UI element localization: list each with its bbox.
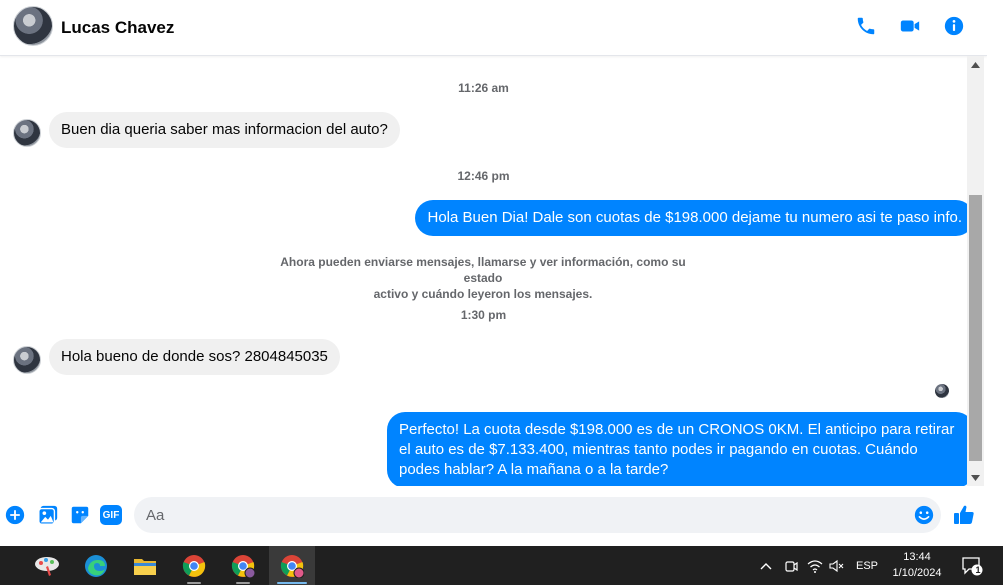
message-input[interactable]	[134, 497, 941, 533]
photo-icon[interactable]	[36, 503, 60, 527]
like-icon[interactable]	[952, 503, 976, 527]
contact-avatar-small[interactable]	[13, 119, 41, 147]
paint-app-icon[interactable]	[24, 546, 70, 585]
window-edge	[987, 0, 1003, 546]
info-icon[interactable]	[942, 14, 966, 38]
notice-line: Ahora pueden enviarse mensajes, llamarse…	[280, 255, 686, 285]
chrome-icon[interactable]	[171, 546, 217, 585]
notice-line: activo y cuándo leyeron los mensajes.	[373, 287, 593, 301]
chrome-profile-icon[interactable]	[220, 546, 266, 585]
emoji-icon[interactable]	[912, 503, 936, 527]
scrollbar-thumb[interactable]	[969, 195, 982, 461]
outgoing-message[interactable]: Perfecto! La cuota desde $198.000 es de …	[387, 412, 974, 488]
notification-count-badge: 1	[975, 565, 981, 575]
scrollbar[interactable]	[967, 56, 984, 486]
timestamp: 11:26 am	[458, 81, 509, 95]
language-indicator[interactable]: ESP	[852, 546, 882, 585]
clock-date: 1/10/2024	[892, 567, 942, 579]
volume-muted-icon[interactable]	[827, 546, 847, 585]
incoming-message[interactable]: Hola bueno de donde sos? 2804845035	[49, 339, 340, 375]
timestamp: 1:30 pm	[460, 308, 507, 322]
phone-icon[interactable]	[854, 14, 878, 38]
message-composer: GIF	[0, 486, 987, 546]
contact-avatar-small[interactable]	[13, 346, 41, 374]
scroll-down-arrow-icon[interactable]	[967, 469, 984, 486]
notification-center-icon[interactable]: 1	[958, 546, 986, 585]
clock-time: 13:44	[903, 551, 931, 563]
running-indicator	[236, 582, 250, 584]
gif-icon[interactable]: GIF	[99, 503, 123, 527]
add-icon[interactable]	[3, 503, 27, 527]
video-camera-icon[interactable]	[898, 14, 922, 38]
meet-now-icon[interactable]	[781, 546, 801, 585]
contact-name[interactable]: Lucas Chavez	[61, 18, 174, 38]
timestamp: 12:46 pm	[457, 169, 510, 183]
active-indicator	[277, 582, 307, 584]
connection-notice: Ahora pueden enviarse mensajes, llamarse…	[260, 254, 706, 302]
wifi-icon[interactable]	[805, 546, 825, 585]
sticker-icon[interactable]	[68, 503, 92, 527]
contact-avatar[interactable]	[13, 6, 53, 46]
outgoing-message[interactable]: Hola Buen Dia! Dale son cuotas de $198.0…	[415, 200, 974, 236]
edge-icon[interactable]	[73, 546, 119, 585]
system-clock[interactable]: 13:44 1/10/2024	[886, 549, 948, 581]
incoming-message[interactable]: Buen dia queria saber mas informacion de…	[49, 112, 400, 148]
chat-header: Lucas Chavez	[0, 0, 987, 56]
gif-label: GIF	[100, 505, 122, 525]
running-indicator	[187, 582, 201, 584]
windows-taskbar: ESP 13:44 1/10/2024 1	[0, 546, 1003, 585]
file-explorer-icon[interactable]	[122, 546, 168, 585]
seen-receipt-avatar	[935, 384, 949, 398]
messenger-window: Lucas Chavez 11:26 am Buen dia queria sa…	[0, 0, 1003, 585]
show-hidden-icons-chevron-icon[interactable]	[756, 546, 776, 585]
scroll-up-arrow-icon[interactable]	[967, 56, 984, 73]
chrome-active-profile-icon[interactable]	[269, 546, 315, 585]
